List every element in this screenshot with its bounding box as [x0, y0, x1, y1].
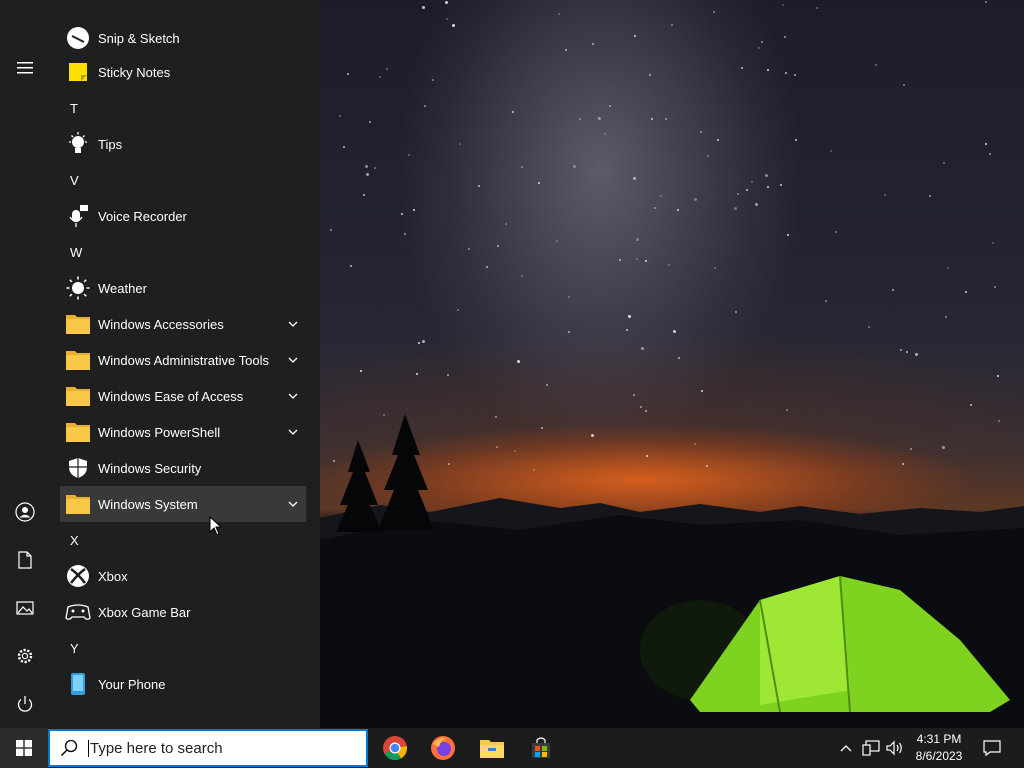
- list-item-label: Tips: [98, 136, 123, 152]
- list-item-label: Windows Security: [98, 460, 202, 476]
- file-explorer-icon: [480, 740, 504, 758]
- list-item-label: Snip & Sketch: [98, 30, 180, 46]
- list-item-label: Windows Accessories: [98, 316, 224, 332]
- folder-item-windows-powershell[interactable]: Windows PowerShell: [60, 414, 306, 450]
- lightbulb-icon: [62, 126, 94, 162]
- taskbar-file-explorer[interactable]: [468, 728, 516, 768]
- power-icon: [17, 696, 33, 712]
- user-account-button[interactable]: [0, 488, 50, 536]
- chevron-down-icon[interactable]: [286, 497, 300, 511]
- pictures-button[interactable]: [0, 584, 50, 632]
- app-item-voice-recorder[interactable]: Voice Recorder: [60, 198, 306, 234]
- list-item-label: Weather: [98, 280, 147, 296]
- folder-item-windows-ease-of-access[interactable]: Windows Ease of Access: [60, 378, 306, 414]
- folder-item-windows-system[interactable]: Windows System: [60, 486, 306, 522]
- taskbar: 4:31 PM 8/6/2023: [0, 728, 1024, 768]
- letter-header-x[interactable]: X: [70, 522, 110, 558]
- app-item-xbox-game-bar[interactable]: Xbox Game Bar: [60, 594, 306, 630]
- start-button[interactable]: [0, 728, 48, 768]
- start-app-list[interactable]: Snip & Sketch Sticky Notes T Tips V Voice Re…: [58, 0, 310, 728]
- clock-date: 8/6/2023: [915, 749, 963, 763]
- chrome-icon: [383, 736, 408, 761]
- snip-sketch-icon: [62, 20, 94, 56]
- taskbar-chrome[interactable]: [371, 728, 419, 768]
- chevron-down-icon[interactable]: [286, 389, 300, 403]
- microsoft-store-icon: [532, 737, 550, 758]
- chevron-up-icon: [840, 745, 852, 752]
- search-icon: [50, 739, 88, 757]
- app-item-weather[interactable]: Weather: [60, 270, 306, 306]
- list-item-label: Windows System: [98, 496, 198, 512]
- sun-icon: [62, 270, 94, 306]
- app-item-xbox[interactable]: Xbox: [60, 558, 306, 594]
- user-icon: [15, 502, 35, 522]
- xbox-icon: [62, 558, 94, 594]
- app-item-your-phone[interactable]: Your Phone: [60, 666, 306, 702]
- chevron-down-icon[interactable]: [286, 317, 300, 331]
- network-button[interactable]: [860, 728, 882, 768]
- show-hidden-icons-button[interactable]: [838, 728, 854, 768]
- notification-icon: [983, 740, 1001, 756]
- list-item-label: Sticky Notes: [98, 64, 171, 80]
- folder-icon: [62, 342, 94, 378]
- folder-icon: [62, 486, 94, 522]
- list-item-label: Xbox Game Bar: [98, 604, 191, 620]
- list-item-partial[interactable]: Snip & Sketch: [60, 20, 306, 56]
- pine-tree: [378, 414, 434, 530]
- microphone-icon: [62, 198, 94, 234]
- speaker-icon: [886, 740, 902, 756]
- app-item-tips[interactable]: Tips: [60, 126, 306, 162]
- search-input[interactable]: [88, 739, 348, 757]
- start-menu: Snip & Sketch Sticky Notes T Tips V Voice Re…: [0, 0, 320, 728]
- xbox-game-bar-icon: [62, 594, 94, 630]
- taskbar-clock[interactable]: 4:31 PM 8/6/2023: [906, 731, 972, 765]
- action-center-button[interactable]: [978, 728, 1006, 768]
- clock-time: 4:31 PM: [916, 732, 962, 746]
- app-item-windows-security[interactable]: Windows Security: [60, 450, 306, 486]
- documents-icon: [18, 551, 32, 569]
- letter-header-w[interactable]: W: [70, 234, 110, 270]
- mouse-cursor-icon: [209, 516, 223, 536]
- chevron-down-icon[interactable]: [286, 353, 300, 367]
- chevron-down-icon[interactable]: [286, 425, 300, 439]
- pine-tree: [336, 440, 382, 532]
- firefox-icon: [431, 736, 455, 760]
- app-item-sticky-notes[interactable]: Sticky Notes: [60, 54, 306, 90]
- list-item-label: Xbox: [98, 568, 128, 584]
- shield-icon: [62, 450, 94, 486]
- pictures-icon: [16, 601, 34, 615]
- start-menu-rail: [0, 0, 50, 728]
- folder-icon: [62, 378, 94, 414]
- settings-icon: [17, 648, 33, 664]
- list-item-label: Windows PowerShell: [98, 424, 221, 440]
- folder-icon: [62, 306, 94, 342]
- windows-logo-icon: [16, 740, 32, 756]
- letter-header-t[interactable]: T: [70, 90, 110, 126]
- phone-icon: [62, 666, 94, 702]
- power-button[interactable]: [0, 680, 50, 728]
- list-item-label: Windows Administrative Tools: [98, 352, 269, 368]
- list-item-label: Voice Recorder: [98, 208, 187, 224]
- folder-item-windows-administrative-tools[interactable]: Windows Administrative Tools: [60, 342, 306, 378]
- expand-menu-button[interactable]: [0, 44, 50, 92]
- menu-icon: [17, 62, 33, 74]
- documents-button[interactable]: [0, 536, 50, 584]
- taskbar-search-box[interactable]: [48, 729, 368, 767]
- folder-icon: [62, 414, 94, 450]
- settings-button[interactable]: [0, 632, 50, 680]
- list-item-label: Your Phone: [98, 676, 166, 692]
- network-icon: [862, 740, 880, 756]
- folder-item-windows-accessories[interactable]: Windows Accessories: [60, 306, 306, 342]
- volume-button[interactable]: [884, 728, 906, 768]
- sticky-notes-icon: [62, 54, 94, 90]
- taskbar-microsoft-store[interactable]: [517, 728, 565, 768]
- letter-header-y[interactable]: Y: [70, 630, 110, 666]
- letter-header-v[interactable]: V: [70, 162, 110, 198]
- taskbar-firefox[interactable]: [419, 728, 467, 768]
- list-item-label: Windows Ease of Access: [98, 388, 244, 404]
